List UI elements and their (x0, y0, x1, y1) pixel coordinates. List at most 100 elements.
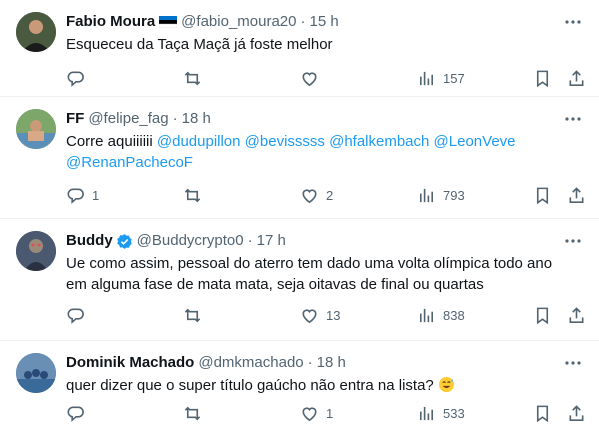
more-options-icon[interactable] (563, 231, 583, 251)
like-button[interactable] (300, 68, 319, 88)
mention-link[interactable]: @LeonVeve (434, 133, 516, 150)
estonia-flag-icon (159, 16, 178, 28)
bookmark-button[interactable] (533, 403, 552, 423)
share-button[interactable] (567, 185, 586, 205)
author-name[interactable]: Buddy (66, 231, 113, 251)
heart-icon (302, 189, 317, 203)
author-handle[interactable]: @dmkmachado (198, 353, 303, 373)
timestamp[interactable]: 15 h (309, 12, 338, 32)
reply-button[interactable]: 1 (66, 185, 99, 205)
author-name[interactable]: Fabio Moura (66, 12, 155, 32)
tweet-ff[interactable]: FF @felipe_fag · 18 h Corre aquiiiiii @d… (0, 97, 599, 219)
reply-button[interactable] (66, 305, 85, 325)
share-icon (569, 69, 584, 86)
reply-icon (67, 308, 84, 324)
share-button[interactable] (567, 305, 586, 325)
reply-button[interactable] (66, 403, 85, 423)
mention-link[interactable]: @hfalkembach (329, 133, 429, 150)
views-chart-icon (419, 71, 434, 85)
more-options-icon[interactable] (563, 12, 583, 32)
bookmark-icon (536, 70, 549, 87)
avatar[interactable] (16, 231, 56, 271)
like-button[interactable]: 1 (300, 403, 333, 423)
tweet-text-body: quer dizer que o super título gaúcho não… (66, 377, 434, 394)
heart-icon (302, 309, 317, 323)
reply-icon (67, 71, 84, 87)
views-button[interactable]: 838 (417, 305, 465, 325)
reply-button[interactable] (66, 68, 85, 88)
share-icon (569, 306, 584, 323)
bookmark-icon (536, 187, 549, 204)
views-count: 157 (443, 70, 465, 86)
tweet-text: quer dizer que o super título gaúcho não… (66, 375, 583, 396)
share-button[interactable] (567, 403, 586, 423)
retweet-icon (184, 188, 201, 202)
separator-dot: · (247, 232, 253, 249)
reply-count: 1 (92, 187, 100, 203)
views-button[interactable]: 793 (417, 185, 465, 205)
retweet-button[interactable] (183, 185, 202, 205)
views-count: 793 (443, 187, 465, 203)
mention-link[interactable]: @RenanPachecoF (66, 154, 193, 171)
avatar[interactable] (16, 12, 56, 52)
author-handle[interactable]: @felipe_fag (88, 109, 168, 129)
more-options-icon[interactable] (563, 353, 583, 373)
views-chart-icon (419, 188, 434, 202)
retweet-button[interactable] (183, 305, 202, 325)
views-chart-icon (419, 308, 434, 322)
retweet-icon (184, 308, 201, 322)
verified-badge-icon (116, 233, 132, 249)
author-name[interactable]: FF (66, 109, 84, 129)
like-count: 13 (326, 307, 341, 323)
retweet-icon (184, 406, 201, 420)
timestamp[interactable]: 17 h (257, 231, 286, 251)
heart-icon (302, 72, 317, 86)
more-options-icon[interactable] (563, 109, 583, 129)
bookmark-button[interactable] (533, 185, 552, 205)
tweet-text: Corre aquiiiiii @dudupillon @bevisssss @… (66, 131, 583, 173)
mention-link[interactable]: @bevisssss (245, 133, 325, 150)
avatar[interactable] (16, 353, 56, 393)
like-button[interactable]: 13 (300, 305, 340, 325)
author-handle[interactable]: @Buddycrypto0 (137, 231, 244, 251)
share-button[interactable] (567, 68, 586, 88)
timestamp[interactable]: 18 h (317, 353, 346, 373)
tweet-buddy[interactable]: Buddy @Buddycrypto0 · 17 h Ue como assim… (0, 219, 599, 341)
bookmark-button[interactable] (533, 305, 552, 325)
share-icon (569, 186, 584, 203)
tweet-text-line: em alguma fase de mata mata, seja oitava… (66, 276, 484, 293)
tweet-text-line: Ue como assim, pessoal do aterro tem dad… (66, 255, 553, 272)
like-count: 2 (326, 187, 334, 203)
views-count: 838 (443, 307, 465, 323)
reply-icon (67, 406, 84, 422)
retweet-button[interactable] (183, 68, 202, 88)
tweet-text-prefix: Corre aquiiiiii (66, 133, 153, 150)
separator-dot: · (307, 354, 313, 371)
views-button[interactable]: 533 (417, 403, 465, 423)
views-chart-icon (419, 406, 434, 420)
bookmark-icon (536, 405, 549, 422)
mention-link[interactable]: @dudupillon (157, 133, 241, 150)
timestamp[interactable]: 18 h (182, 109, 211, 129)
tweet-fabio-moura[interactable]: Fabio Moura @fabio_moura20 · 15 h Esquec… (0, 0, 599, 97)
like-button[interactable]: 2 (300, 185, 333, 205)
reply-icon (67, 188, 84, 204)
bookmark-button[interactable] (533, 68, 552, 88)
avatar[interactable] (16, 109, 56, 149)
tweet-text: Ue como assim, pessoal do aterro tem dad… (66, 253, 583, 295)
author-name[interactable]: Dominik Machado (66, 353, 194, 373)
tweet-dominik-machado[interactable]: Dominik Machado @dmkmachado · 18 h quer … (0, 341, 599, 437)
separator-dot: · (172, 110, 178, 127)
views-button[interactable]: 157 (417, 68, 465, 88)
author-handle[interactable]: @fabio_moura20 (181, 12, 296, 32)
heart-icon (302, 407, 317, 421)
sweat-smile-emoji-icon (438, 376, 454, 393)
retweet-icon (184, 71, 201, 85)
retweet-button[interactable] (183, 403, 202, 423)
bookmark-icon (536, 307, 549, 324)
tweet-text: Esqueceu da Taça Maçã já foste melhor (66, 36, 333, 53)
views-count: 533 (443, 405, 465, 421)
separator-dot: · (300, 13, 306, 30)
like-count: 1 (326, 405, 334, 421)
share-icon (569, 404, 584, 421)
